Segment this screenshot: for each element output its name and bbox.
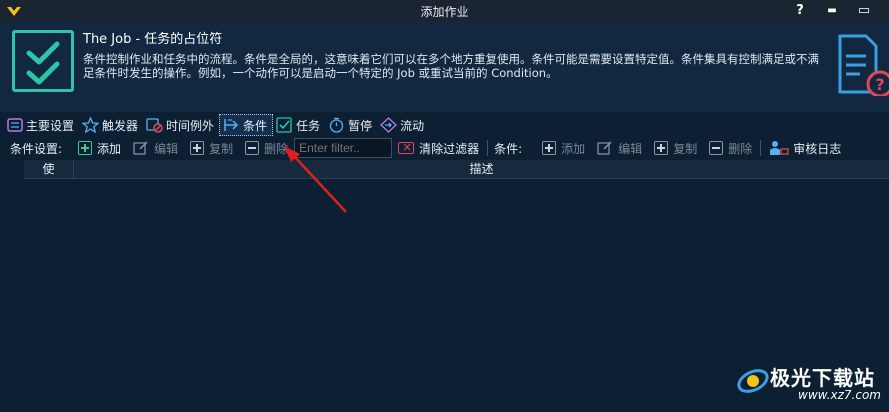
column-header-description[interactable]: 描述 — [74, 160, 889, 178]
svg-text:?: ? — [875, 75, 884, 94]
tab-time-exceptions[interactable]: 时间例外 — [143, 114, 219, 136]
minus-icon — [709, 141, 724, 155]
clear-filter-button[interactable]: 清除过滤器 — [396, 138, 481, 158]
edit-button[interactable]: 编辑 — [131, 138, 180, 158]
plus-icon — [542, 141, 557, 155]
edit-icon — [133, 141, 148, 155]
task-check-icon — [276, 117, 292, 133]
toolbar-divider — [487, 140, 489, 156]
grid-header: 使 描述 — [24, 160, 889, 179]
tab-label: 流动 — [400, 118, 425, 133]
delete-label: 删除 — [264, 141, 289, 156]
watermark-url: www.xz7.com — [798, 388, 881, 402]
tab-flow[interactable]: 流动 — [377, 114, 429, 136]
window-title: 添加作业 — [420, 4, 469, 19]
calendar-block-icon — [146, 118, 163, 133]
tab-main-settings[interactable]: 主要设置 — [4, 114, 79, 136]
delete-condition-label: 删除 — [728, 141, 753, 156]
delete-button[interactable]: 删除 — [243, 138, 290, 158]
toolbar-divider — [760, 140, 762, 156]
header-title: The Job - 任务的占位符 — [83, 32, 223, 47]
stopwatch-icon — [329, 117, 344, 133]
tab-label: 暂停 — [348, 118, 373, 133]
column-header-use[interactable]: 使 — [24, 160, 74, 178]
minimize-button[interactable]: ▬ — [818, 0, 846, 22]
copy-condition-label: 复制 — [673, 141, 698, 156]
checklist-icon — [12, 30, 74, 92]
audit-log-label: 审核日志 — [793, 141, 842, 156]
tab-tasks[interactable]: 任务 — [273, 114, 325, 136]
maximize-button[interactable]: ▭ — [850, 0, 878, 22]
minus-icon — [245, 141, 260, 155]
tab-triggers[interactable]: 触发器 — [79, 114, 143, 136]
watermark-logo-icon — [737, 369, 769, 393]
condition-arrow-icon — [224, 119, 239, 131]
copy-condition-button[interactable]: 复制 — [652, 138, 699, 158]
plus-icon — [78, 141, 93, 155]
tab-pause[interactable]: 暂停 — [325, 114, 377, 136]
tab-label: 任务 — [296, 118, 321, 133]
header-panel: The Job - 任务的占位符 条件控制作业和任务中的流程。条件是全局的，这意… — [0, 22, 889, 112]
document-question-icon: ? — [838, 34, 889, 96]
filter-input[interactable] — [294, 138, 393, 158]
tab-label: 条件 — [243, 118, 268, 133]
watermark-text: 极光下载站 — [770, 366, 875, 390]
condition-settings-label: 条件设置: — [10, 141, 63, 156]
clear-filter-label: 清除过滤器 — [419, 141, 480, 156]
clear-filter-icon — [398, 140, 415, 154]
tab-bar: 主要设置 触发器 时间例外 条件 任务 暂停 流动 — [4, 114, 429, 136]
conditions-toolbar: 条件设置: 添加 编辑 复制 删除 清除过滤器 条件: 添加 编辑 复制 — [0, 137, 889, 159]
tab-label: 时间例外 — [166, 118, 215, 133]
audit-log-button[interactable]: 审核日志 — [767, 138, 843, 158]
add-condition-label: 添加 — [561, 141, 586, 156]
audit-person-icon — [770, 141, 789, 155]
edit-condition-button[interactable]: 编辑 — [595, 138, 644, 158]
tab-conditions[interactable]: 条件 — [219, 114, 274, 136]
delete-condition-button[interactable]: 删除 — [707, 138, 754, 158]
copy-icon — [654, 141, 669, 155]
tab-label: 触发器 — [102, 118, 139, 133]
tab-label: 主要设置 — [26, 118, 75, 133]
add-button[interactable]: 添加 — [76, 138, 123, 158]
star-icon — [82, 117, 100, 133]
copy-icon — [190, 141, 205, 155]
copy-button[interactable]: 复制 — [188, 138, 235, 158]
edit-condition-label: 编辑 — [618, 141, 643, 156]
copy-label: 复制 — [209, 141, 234, 156]
watermark: 极光下载站 www.xz7.com — [736, 360, 886, 406]
edit-icon — [597, 141, 612, 155]
settings-sliders-icon — [7, 118, 23, 132]
flow-diamond-icon — [380, 117, 398, 133]
add-label: 添加 — [97, 141, 122, 156]
title-bar: 添加作业 ? ▬ ▭ — [0, 0, 889, 22]
header-description: 条件控制作业和任务中的流程。条件是全局的，这意味着它们可以在多个地方重复使用。条… — [83, 52, 819, 80]
help-button[interactable]: ? — [786, 0, 814, 22]
edit-label: 编辑 — [154, 141, 179, 156]
add-condition-button[interactable]: 添加 — [540, 138, 587, 158]
conditions-label: 条件: — [494, 141, 523, 156]
